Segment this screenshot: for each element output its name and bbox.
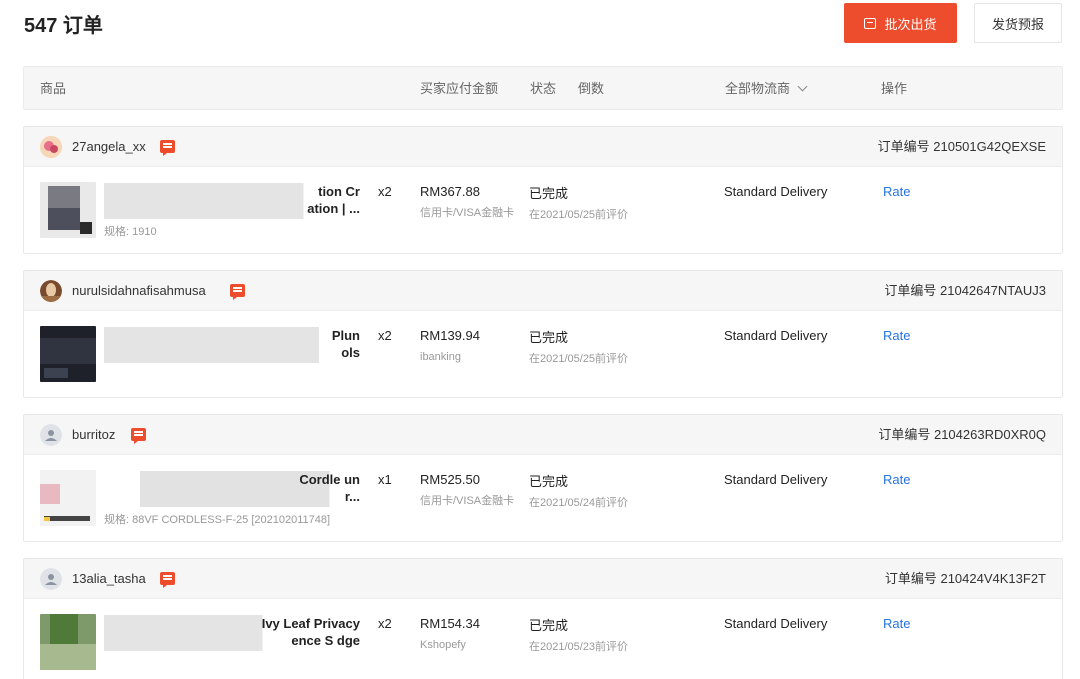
ship-notice-label: 发货预报: [991, 16, 1044, 32]
buyer-name[interactable]: 13alia_tasha: [72, 571, 146, 587]
quantity: x2: [378, 328, 392, 343]
product-name[interactable]: tion Cr ation | ...: [104, 183, 360, 219]
quantity: x2: [378, 184, 392, 199]
order-card: 27angela_xx 订单编号 210501G42QEXSE tion Cr …: [23, 126, 1063, 254]
carrier-filter-label: 全部物流商: [725, 81, 791, 96]
payment-method: 信用卡/VISA金融卡: [420, 207, 515, 219]
th-action: 操作: [881, 81, 908, 96]
chat-icon[interactable]: [160, 572, 175, 588]
rate-link[interactable]: Rate: [883, 327, 910, 344]
page-title: 547 订单: [24, 15, 103, 37]
delivery-method: Standard Delivery: [724, 328, 828, 343]
order-status: 已完成: [529, 330, 569, 345]
product-name-text: Ivy Leaf Privacy ence S dge: [261, 616, 360, 648]
ship-icon: [864, 17, 877, 29]
ship-notice-button[interactable]: 发货预报: [974, 3, 1062, 43]
rate-link[interactable]: Rate: [883, 615, 910, 632]
order-amount: RM139.94: [420, 328, 480, 343]
product-name-text: Cordle un r...: [299, 472, 360, 504]
chat-icon[interactable]: [230, 284, 245, 300]
avatar[interactable]: [40, 424, 62, 446]
product-thumbnail[interactable]: [40, 470, 96, 526]
avatar[interactable]: [40, 280, 62, 302]
rate-link[interactable]: Rate: [883, 471, 910, 488]
buyer-name[interactable]: 27angela_xx: [72, 139, 146, 155]
order-number: 订单编号 210501G42QEXSE: [877, 139, 1046, 154]
product-variant: 规格: 88VF CORDLESS-F-25 [202102011748]: [104, 514, 331, 526]
order-card: 13alia_tasha 订单编号 210424V4K13F2T Ivy Lea…: [23, 558, 1063, 679]
th-amount: 买家应付金额: [420, 81, 499, 96]
status-note: 在2021/05/24前评价: [529, 497, 629, 509]
avatar[interactable]: [40, 568, 62, 590]
order-status: 已完成: [529, 474, 569, 489]
order-card-header: 27angela_xx 订单编号 210501G42QEXSE: [24, 127, 1062, 167]
buyer-name[interactable]: burritoz: [72, 427, 115, 443]
order-card: burritoz 订单编号 2104263RD0XR0Q Cordle un r…: [23, 414, 1063, 542]
quantity: x1: [378, 472, 392, 487]
quantity: x2: [378, 616, 392, 631]
product-name[interactable]: Ivy Leaf Privacy ence S dge: [104, 615, 360, 651]
rate-link[interactable]: Rate: [883, 183, 910, 200]
batch-ship-label: 批次出货: [884, 16, 937, 32]
order-amount: RM525.50: [420, 472, 480, 487]
order-number: 订单编号 2104263RD0XR0Q: [878, 427, 1046, 442]
chat-icon[interactable]: [160, 140, 175, 156]
delivery-method: Standard Delivery: [724, 616, 828, 631]
product-name[interactable]: Plun ols: [104, 327, 360, 363]
carrier-filter-dropdown[interactable]: 全部物流商: [725, 81, 808, 97]
order-amount: RM154.34: [420, 616, 480, 631]
order-card-header: 13alia_tasha 订单编号 210424V4K13F2T: [24, 559, 1062, 599]
product-variant: 规格: 1910: [104, 226, 157, 238]
th-status: 状态: [530, 81, 557, 96]
order-card: nurulsidahnafisahmusa 订单编号 21042647NTAUJ…: [23, 270, 1063, 398]
order-number: 订单编号 21042647NTAUJ3: [884, 283, 1046, 298]
chevron-down-icon: [797, 81, 808, 92]
delivery-method: Standard Delivery: [724, 184, 828, 199]
table-header: 商品 买家应付金额 状态 倒数 全部物流商 操作: [23, 66, 1063, 110]
order-number: 订单编号 210424V4K13F2T: [884, 571, 1046, 586]
status-note: 在2021/05/25前评价: [529, 353, 629, 365]
avatar[interactable]: [40, 136, 62, 158]
product-name-text: tion Cr ation | ...: [307, 184, 360, 216]
payment-method: ibanking: [420, 351, 461, 363]
order-status: 已完成: [529, 186, 569, 201]
buyer-name[interactable]: nurulsidahnafisahmusa: [72, 283, 206, 299]
payment-method: Kshopefy: [420, 639, 466, 651]
batch-ship-button[interactable]: 批次出货: [844, 3, 957, 43]
th-product: 商品: [40, 81, 67, 96]
product-name-text: Plun ols: [331, 328, 360, 360]
product-thumbnail[interactable]: [40, 182, 96, 238]
product-thumbnail[interactable]: [40, 614, 96, 670]
delivery-method: Standard Delivery: [724, 472, 828, 487]
th-countdown: 倒数: [578, 81, 605, 96]
status-note: 在2021/05/25前评价: [529, 209, 629, 221]
order-card-header: nurulsidahnafisahmusa 订单编号 21042647NTAUJ…: [24, 271, 1062, 311]
order-card-header: burritoz 订单编号 2104263RD0XR0Q: [24, 415, 1062, 455]
product-name[interactable]: Cordle un r...: [104, 471, 360, 507]
payment-method: 信用卡/VISA金融卡: [420, 495, 515, 507]
order-amount: RM367.88: [420, 184, 480, 199]
status-note: 在2021/05/23前评价: [529, 641, 629, 653]
order-status: 已完成: [529, 618, 569, 633]
product-thumbnail[interactable]: [40, 326, 96, 382]
chat-icon[interactable]: [131, 428, 146, 444]
